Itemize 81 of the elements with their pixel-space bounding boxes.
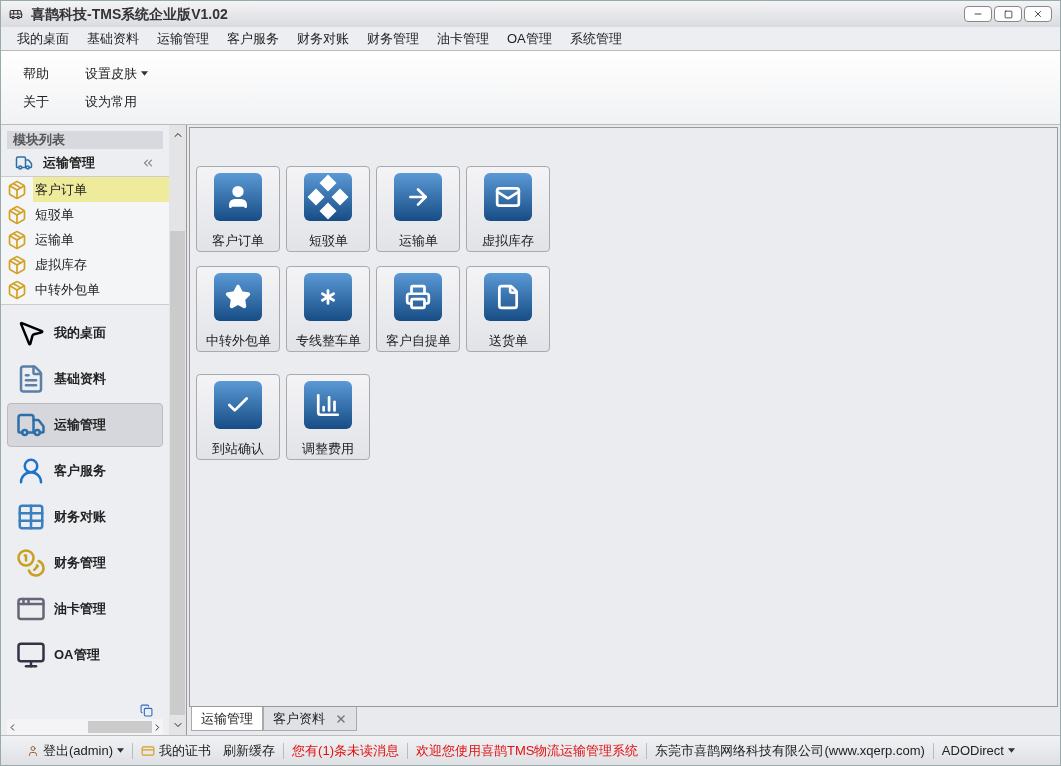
document-icon: [484, 273, 532, 321]
menu-item[interactable]: 基础资料: [79, 28, 147, 49]
asterisk-icon: [304, 273, 352, 321]
close-icon[interactable]: [335, 712, 347, 725]
truck-icon: [15, 153, 33, 172]
menu-item[interactable]: 运输管理: [149, 28, 217, 49]
ribbon-button[interactable]: 设置皮肤: [77, 64, 156, 84]
window-title: 喜鹊科技-TMS系统企业版V1.02: [31, 4, 228, 24]
menu-item[interactable]: 系统管理: [561, 28, 630, 49]
menu-item[interactable]: 客户服务: [219, 28, 287, 49]
group-title: 运输管理: [43, 153, 95, 172]
document-tab[interactable]: 运输管理: [191, 707, 263, 731]
package-icon: [7, 279, 27, 300]
minimize-button[interactable]: [964, 6, 992, 22]
package-icon: [7, 254, 27, 275]
nav-button[interactable]: 客户服务: [7, 449, 163, 493]
nav-button[interactable]: 运输管理: [7, 403, 163, 447]
package-icon: [7, 204, 27, 225]
user-icon: [27, 744, 39, 757]
tab-label: 客户资料: [273, 709, 325, 728]
list-item[interactable]: 运输单: [33, 227, 169, 252]
status-item[interactable]: 您有(1)条未读消息: [292, 740, 399, 761]
maximize-button[interactable]: [994, 6, 1022, 22]
module-tile[interactable]: 中转外包单: [196, 266, 280, 352]
status-item[interactable]: 登出(admin): [27, 740, 125, 761]
caret-icon: [1007, 748, 1015, 753]
status-item[interactable]: 东莞市喜鹊网络科技有限公司(www.xqerp.com): [655, 740, 925, 761]
module-tile[interactable]: 送货单: [466, 266, 550, 352]
app-icon: [9, 7, 23, 21]
status-item[interactable]: ADODirect: [941, 740, 1015, 761]
package-icon: [7, 179, 27, 200]
module-tile[interactable]: 短驳单: [286, 166, 370, 252]
caret-icon: [117, 748, 125, 753]
nav-button[interactable]: 基础资料: [7, 357, 163, 401]
nav-button[interactable]: OA管理: [7, 633, 163, 677]
tab-label: 运输管理: [201, 709, 253, 728]
check-icon: [214, 381, 262, 429]
close-icon: [1033, 9, 1043, 19]
monitor-icon: [16, 640, 46, 670]
ribbon-button[interactable]: 设为常用: [77, 91, 145, 111]
nav-button[interactable]: 财务管理: [7, 541, 163, 585]
panel-header: 模块列表: [7, 131, 163, 149]
nav-button[interactable]: 油卡管理: [7, 587, 163, 631]
list-item[interactable]: 中转外包单: [33, 277, 169, 302]
module-tile[interactable]: 客户自提单: [376, 266, 460, 352]
menu-item[interactable]: 油卡管理: [429, 28, 497, 49]
certificate-icon: [141, 743, 156, 758]
nav-button[interactable]: 财务对账: [7, 495, 163, 539]
package-icon: [7, 229, 27, 250]
module-tile[interactable]: 调整费用: [286, 374, 370, 460]
module-tile[interactable]: 运输单: [376, 166, 460, 252]
status-item[interactable]: 刷新缓存: [223, 740, 276, 761]
scrollbar-thumb[interactable]: [170, 231, 185, 715]
menu-item[interactable]: 财务对账: [289, 28, 357, 49]
coins-icon: [16, 548, 46, 578]
bars-icon: [304, 381, 352, 429]
status-item[interactable]: 欢迎您使用喜鹊TMS物流运输管理系统: [415, 740, 639, 761]
ribbon-button[interactable]: 帮助: [15, 64, 57, 84]
printer-icon: [394, 273, 442, 321]
spreadsheet-icon: [16, 502, 46, 532]
ribbon-button[interactable]: 关于: [15, 91, 57, 111]
list-item[interactable]: 短驳单: [33, 202, 169, 227]
menu-item[interactable]: 我的桌面: [9, 28, 77, 49]
module-tile[interactable]: 虚拟库存: [466, 166, 550, 252]
maximize-icon: [1003, 9, 1013, 19]
nav-button[interactable]: 我的桌面: [7, 311, 163, 355]
list-item[interactable]: 虚拟库存: [33, 252, 169, 277]
close-button[interactable]: [1024, 6, 1052, 22]
person-icon: [214, 173, 262, 221]
module-tile[interactable]: 到站确认: [196, 374, 280, 460]
menu-item[interactable]: OA管理: [499, 28, 560, 49]
menu-item[interactable]: 财务管理: [359, 28, 427, 49]
document-tab[interactable]: 客户资料: [263, 707, 357, 731]
envelope-icon: [484, 173, 532, 221]
module-tile[interactable]: 专线整车单: [286, 266, 370, 352]
overflow-icon[interactable]: [140, 703, 153, 717]
status-item[interactable]: 我的证书: [141, 740, 212, 761]
list-item[interactable]: 客户订单: [33, 177, 169, 202]
scrollbar-thumb[interactable]: [87, 721, 153, 733]
module-tile[interactable]: 客户订单: [196, 166, 280, 252]
arrow-right-icon: [394, 173, 442, 221]
